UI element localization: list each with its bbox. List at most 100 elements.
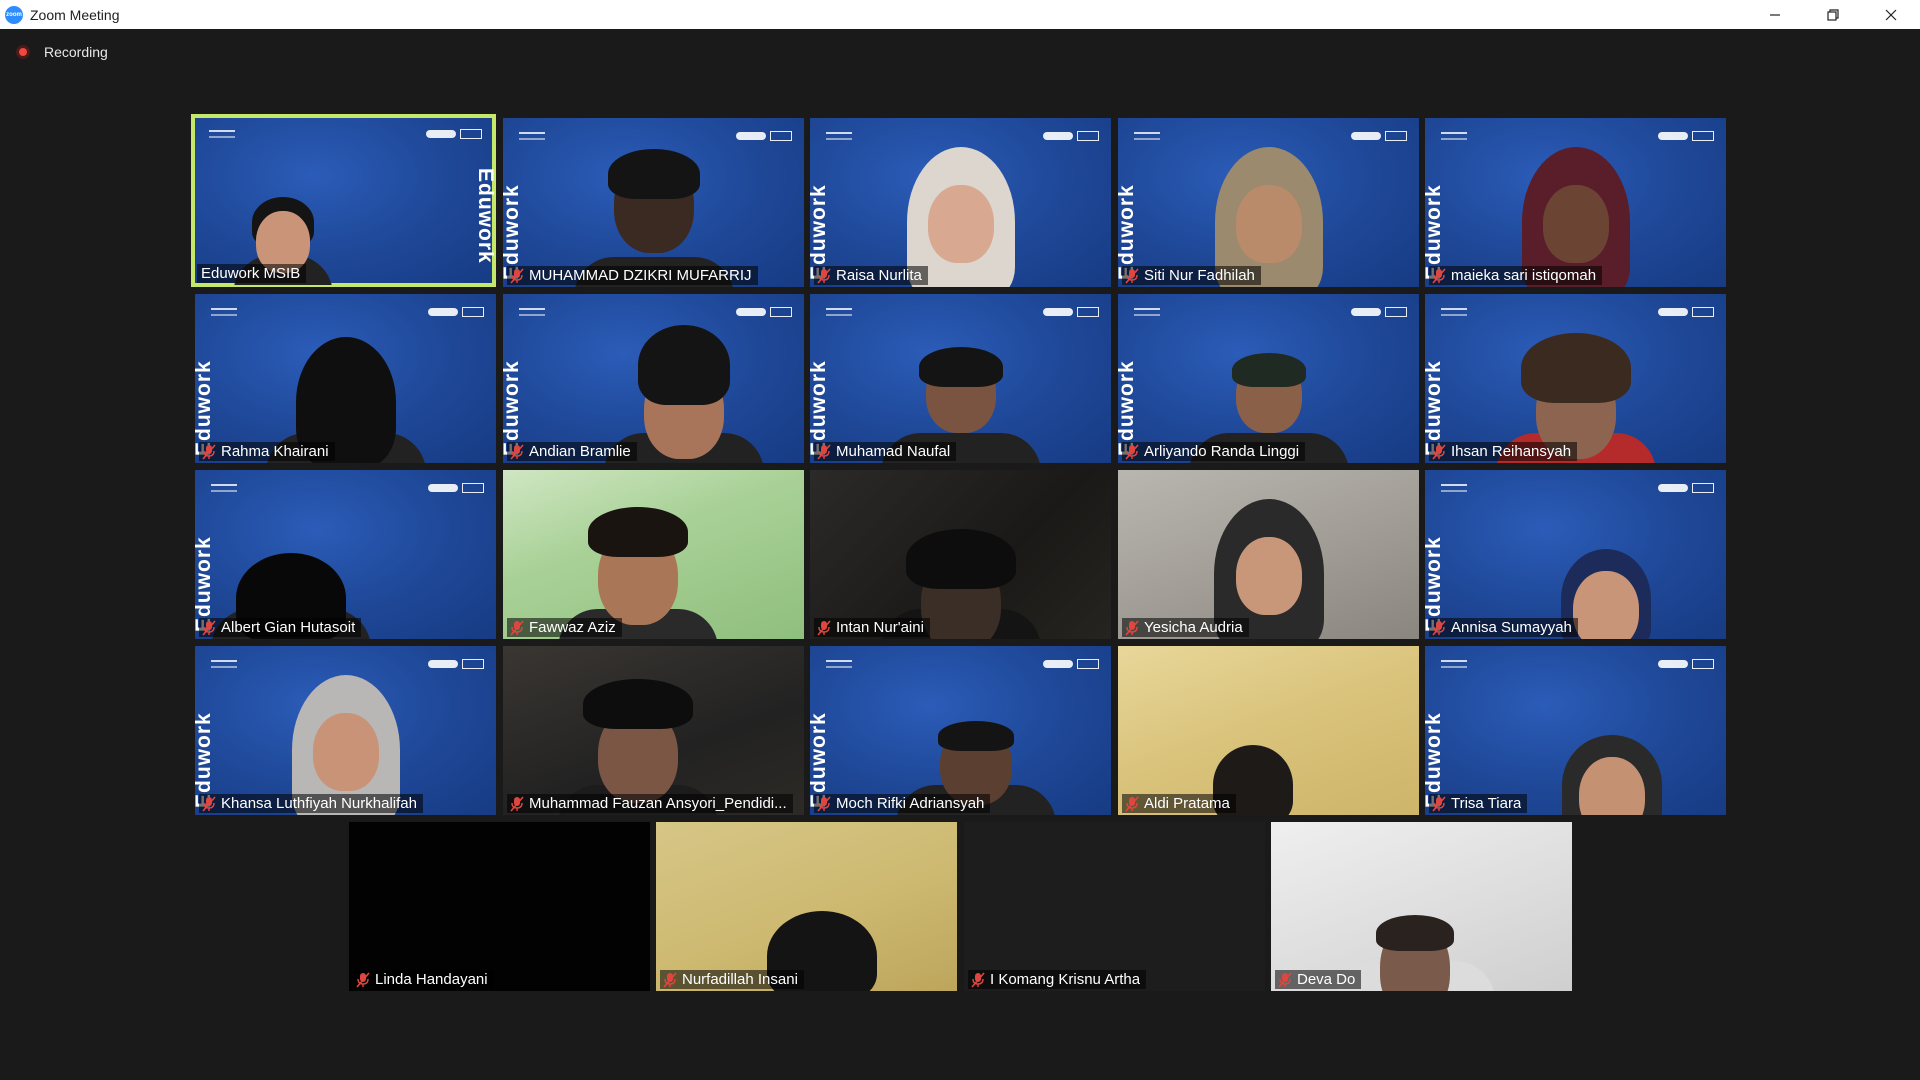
- muted-mic-icon: [202, 443, 216, 460]
- participant-name-label: Albert Gian Hutasoit: [199, 618, 362, 637]
- recording-indicator[interactable]: Recording: [16, 44, 108, 60]
- background-logo: Eduwork: [474, 168, 494, 264]
- participant-name-label: Raisa Nurlita: [814, 266, 928, 285]
- background-logo: Eduwork: [503, 360, 523, 456]
- background-logo: Eduwork: [195, 536, 215, 632]
- video-tile[interactable]: Eduwork Khansa Luthfiyah Nurkhalifah: [195, 646, 496, 815]
- video-tile[interactable]: Eduwork Annisa Sumayyah: [1425, 470, 1726, 639]
- background-logo: Eduwork: [1425, 536, 1445, 632]
- participant-name-label: Siti Nur Fadhilah: [1122, 266, 1261, 285]
- zoom-logo-icon: zoom: [5, 5, 23, 24]
- minimize-icon: [1770, 13, 1780, 16]
- muted-mic-icon: [1125, 443, 1139, 460]
- muted-mic-icon: [510, 443, 524, 460]
- video-tile[interactable]: Eduwork Trisa Tiara: [1425, 646, 1726, 815]
- muted-mic-icon: [971, 971, 985, 988]
- video-tile[interactable]: Eduwork Eduwork MSIB: [191, 114, 496, 287]
- window-titlebar: zoom Zoom Meeting: [0, 0, 1920, 29]
- muted-mic-icon: [1432, 795, 1446, 812]
- video-tile[interactable]: Aldi Pratama: [1118, 646, 1419, 815]
- participant-video: [1552, 675, 1672, 815]
- muted-mic-icon: [1125, 267, 1139, 284]
- participant-name-label: Rahma Khairani: [199, 442, 335, 461]
- video-tile[interactable]: Yesicha Audria: [1118, 470, 1419, 639]
- muted-mic-icon: [1432, 267, 1446, 284]
- muted-mic-icon: [1432, 443, 1446, 460]
- muted-mic-icon: [817, 267, 831, 284]
- participant-name-label: MUHAMMAD DZIKRI MUFARRIJ: [507, 266, 758, 285]
- background-logo: Eduwork: [810, 712, 830, 808]
- restore-icon: [1827, 8, 1839, 21]
- restore-button[interactable]: [1804, 0, 1862, 29]
- minimize-button[interactable]: [1746, 0, 1804, 29]
- background-logo: Eduwork: [1425, 360, 1445, 456]
- participant-name-label: I Komang Krisnu Artha: [968, 970, 1147, 989]
- background-logo: Eduwork: [1118, 360, 1138, 456]
- participant-video: [1335, 851, 1496, 991]
- participant-name-label: Yesicha Audria: [1122, 618, 1249, 637]
- participant-video: [603, 323, 764, 463]
- muted-mic-icon: [1125, 795, 1139, 812]
- close-icon: [1885, 9, 1897, 20]
- window-controls: [1746, 0, 1920, 29]
- muted-mic-icon: [817, 619, 831, 636]
- background-logo: Eduwork: [503, 184, 523, 280]
- video-tile[interactable]: Intan Nur'aini: [810, 470, 1111, 639]
- muted-mic-icon: [663, 971, 677, 988]
- video-tile[interactable]: Eduwork Arliyando Randa Linggi: [1118, 294, 1419, 463]
- background-logo: Eduwork: [1425, 712, 1445, 808]
- participant-name-label: Andian Bramlie: [507, 442, 637, 461]
- video-tile[interactable]: Eduwork Albert Gian Hutasoit: [195, 470, 496, 639]
- participant-name-label: Moch Rifki Adriansyah: [814, 794, 991, 813]
- participant-name-label: Khansa Luthfiyah Nurkhalifah: [199, 794, 423, 813]
- muted-mic-icon: [1432, 619, 1446, 636]
- muted-mic-icon: [817, 795, 831, 812]
- video-tile[interactable]: I Komang Krisnu Artha: [964, 822, 1265, 991]
- participant-name-label: maieka sari istiqomah: [1429, 266, 1603, 285]
- muted-mic-icon: [356, 971, 370, 988]
- recording-label: Recording: [44, 44, 108, 60]
- video-tile[interactable]: Deva Do: [1271, 822, 1572, 991]
- muted-mic-icon: [1125, 619, 1139, 636]
- muted-mic-icon: [202, 619, 216, 636]
- participant-name-label: Linda Handayani: [353, 970, 494, 989]
- background-logo: Eduwork: [1425, 184, 1445, 280]
- background-logo: Eduwork: [195, 712, 215, 808]
- video-tile[interactable]: Eduwork Moch Rifki Adriansyah: [810, 646, 1111, 815]
- participant-name-label: Aldi Pratama: [1122, 794, 1236, 813]
- participant-name-label: Intan Nur'aini: [814, 618, 930, 637]
- background-logo: Eduwork: [810, 184, 830, 280]
- background-logo: Eduwork: [1118, 184, 1138, 280]
- muted-mic-icon: [510, 619, 524, 636]
- participant-name-label: Nurfadillah Insani: [660, 970, 804, 989]
- muted-mic-icon: [510, 795, 524, 812]
- background-logo: Eduwork: [195, 360, 215, 456]
- video-tile[interactable]: Eduwork Raisa Nurlita: [810, 118, 1111, 287]
- video-tile[interactable]: Muhammad Fauzan Ansyori_Pendidi...: [503, 646, 804, 815]
- window-title: Zoom Meeting: [30, 6, 120, 23]
- close-button[interactable]: [1862, 0, 1920, 29]
- participant-name-label: Eduwork MSIB: [197, 264, 307, 283]
- video-tile[interactable]: Eduwork Andian Bramlie: [503, 294, 804, 463]
- participant-name-label: Ihsan Reihansyah: [1429, 442, 1578, 461]
- video-tile[interactable]: Fawwaz Aziz: [503, 470, 804, 639]
- video-tile[interactable]: Linda Handayani: [349, 822, 650, 991]
- background-logo: Eduwork: [810, 360, 830, 456]
- video-tile[interactable]: Nurfadillah Insani: [656, 822, 957, 991]
- participant-name-label: Muhammad Fauzan Ansyori_Pendidi...: [507, 794, 793, 813]
- participant-name-label: Fawwaz Aziz: [507, 618, 622, 637]
- participant-name-label: Deva Do: [1275, 970, 1362, 989]
- video-tile[interactable]: Eduwork Rahma Khairani: [195, 294, 496, 463]
- participant-name-label: Muhamad Naufal: [814, 442, 957, 461]
- video-tile[interactable]: Eduwork Ihsan Reihansyah: [1425, 294, 1726, 463]
- recording-icon: [16, 45, 30, 59]
- video-tile[interactable]: Eduwork MUHAMMAD DZIKRI MUFARRIJ: [503, 118, 804, 287]
- video-tile[interactable]: Eduwork Siti Nur Fadhilah: [1118, 118, 1419, 287]
- muted-mic-icon: [202, 795, 216, 812]
- participant-name-label: Arliyando Randa Linggi: [1122, 442, 1306, 461]
- participant-name-label: Trisa Tiara: [1429, 794, 1528, 813]
- video-tile[interactable]: Eduwork maieka sari istiqomah: [1425, 118, 1726, 287]
- muted-mic-icon: [1278, 971, 1292, 988]
- video-tile[interactable]: Eduwork Muhamad Naufal: [810, 294, 1111, 463]
- muted-mic-icon: [817, 443, 831, 460]
